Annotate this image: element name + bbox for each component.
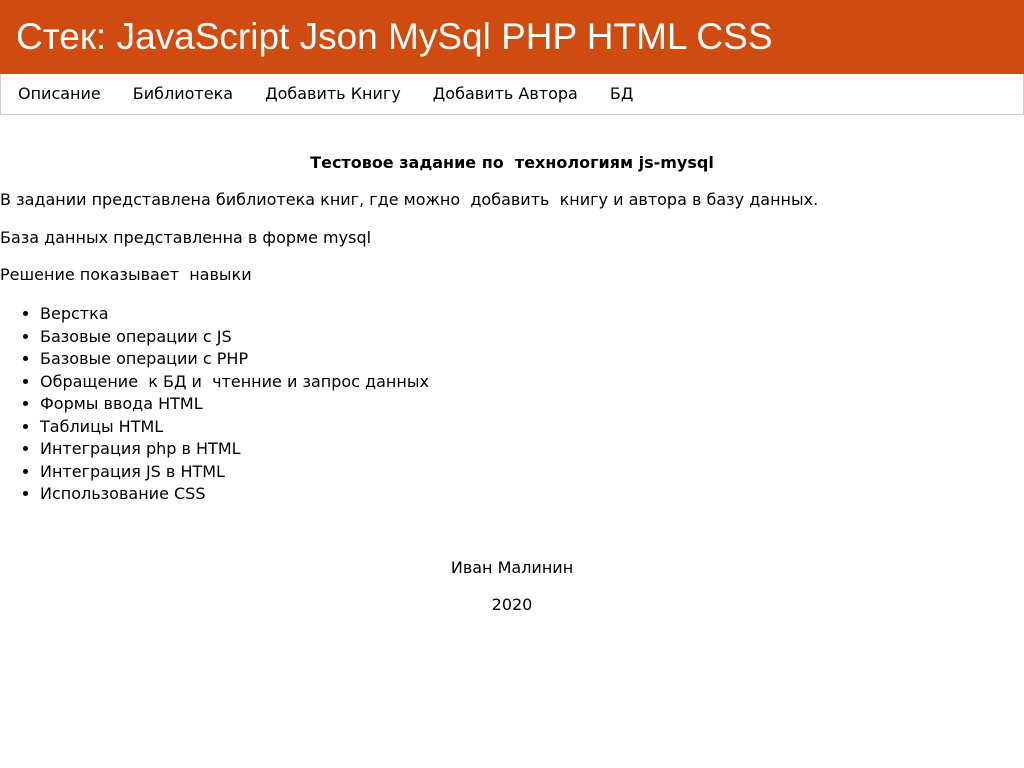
site-header: Стек: JavaScript Json MySql PHP HTML CSS (0, 0, 1024, 74)
nav-item-add-book[interactable]: Добавить Книгу (249, 74, 417, 114)
skills-intro-paragraph: Решение показывает навыки (0, 265, 252, 284)
list-item: Обращение к БД и чтенние и запрос данных (40, 371, 429, 394)
list-item: Интеграция JS в HTML (40, 461, 429, 484)
nav-item-library[interactable]: Библиотека (117, 74, 249, 114)
list-item: Таблицы HTML (40, 416, 429, 439)
list-item: Верстка (40, 303, 429, 326)
nav-item-database[interactable]: БД (594, 74, 649, 114)
page-title: Стек: JavaScript Json MySql PHP HTML CSS (16, 16, 773, 57)
database-paragraph: База данных представленна в форме mysql (0, 228, 372, 247)
intro-heading: Тестовое задание по технологиям js-mysql (310, 153, 714, 172)
year-text: 2020 (491, 595, 533, 614)
list-item: Базовые операции с JS (40, 326, 429, 349)
nav-item-description[interactable]: Описание (2, 74, 117, 114)
list-item: Базовые операции с PHP (40, 348, 429, 371)
skills-list: Верстка Базовые операции с JS Базовые оп… (0, 303, 429, 506)
author-name: Иван Малинин (450, 558, 574, 577)
list-item: Использование CSS (40, 483, 429, 506)
nav-item-add-author[interactable]: Добавить Автора (417, 74, 594, 114)
top-nav: Описание Библиотека Добавить Книгу Добав… (0, 74, 1024, 115)
list-item: Интеграция php в HTML (40, 438, 429, 461)
list-item: Формы ввода HTML (40, 393, 429, 416)
description-paragraph: В задании представлена библиотека книг, … (0, 190, 819, 209)
